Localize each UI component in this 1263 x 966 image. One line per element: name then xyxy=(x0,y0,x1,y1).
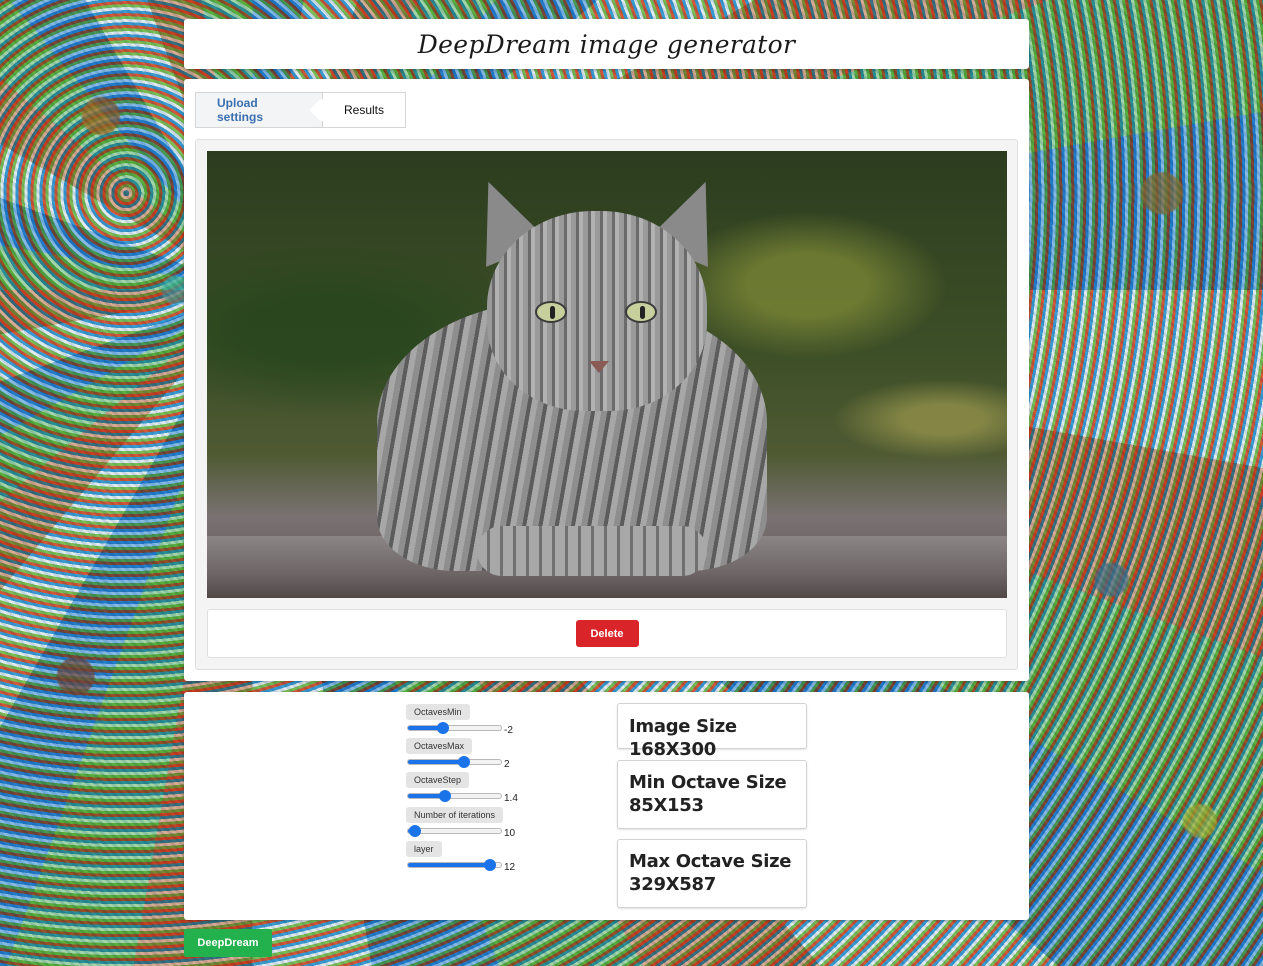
image-cat-eye-left xyxy=(535,301,567,323)
slider-label: OctavesMin xyxy=(406,704,470,720)
upload-card: Upload settings Results Delete xyxy=(184,79,1029,681)
slider-thumb[interactable] xyxy=(483,859,496,871)
slider-value: 10 xyxy=(504,828,516,839)
slider-fill xyxy=(408,863,490,867)
slider-track[interactable] xyxy=(407,722,502,734)
slider-track[interactable] xyxy=(407,756,502,768)
slider-label: Number of iterations xyxy=(406,807,504,823)
tab-results[interactable]: Results xyxy=(323,92,406,128)
app-title: DeepDream image generator xyxy=(417,29,796,59)
delete-button[interactable]: Delete xyxy=(575,620,639,647)
slider-value: -2 xyxy=(504,725,513,736)
image-size-box: Image Size 168X300 xyxy=(617,703,807,760)
tab-bar: Upload settings Results xyxy=(195,92,406,128)
max-octave-size-box: Max Octave Size 329X587 xyxy=(617,839,807,908)
app-header: DeepDream image generator xyxy=(184,19,1029,69)
image-cat-eye-right xyxy=(625,301,657,323)
image-action-bar: Delete xyxy=(207,609,1007,658)
image-size-text: Image Size 168X300 xyxy=(629,716,737,760)
max-octave-size-text: Max Octave Size 329X587 xyxy=(629,851,792,895)
slider-octaves-max: OctavesMax 2 xyxy=(406,738,536,772)
slider-value: 2 xyxy=(504,759,510,770)
slider-track[interactable] xyxy=(407,825,502,837)
slider-thumb[interactable] xyxy=(437,722,450,734)
image-preview-panel: Delete xyxy=(195,139,1018,670)
uploaded-image xyxy=(207,151,1007,598)
min-octave-size-box: Min Octave Size 85X153 xyxy=(617,760,807,829)
slider-track[interactable] xyxy=(407,790,502,802)
slider-octave-step: OctaveStep 1.4 xyxy=(406,772,536,806)
slider-iterations: Number of iterations 10 xyxy=(406,807,536,841)
deepdream-button[interactable]: DeepDream xyxy=(184,929,272,957)
image-cat-paws xyxy=(477,526,707,576)
slider-value: 12 xyxy=(504,862,516,873)
min-octave-size-text: Min Octave Size 85X153 xyxy=(629,772,787,816)
slider-label: layer xyxy=(406,841,442,857)
slider-layer: layer 12 xyxy=(406,841,536,875)
slider-label: OctavesMax xyxy=(406,738,473,754)
slider-label: OctaveStep xyxy=(406,772,470,788)
slider-track[interactable] xyxy=(407,859,502,871)
settings-card: OctavesMin -2 OctavesMax 2 OctaveStep 1.… xyxy=(184,692,1029,920)
tab-upload-settings[interactable]: Upload settings xyxy=(195,92,323,128)
slider-octaves-min: OctavesMin -2 xyxy=(406,704,536,738)
image-cat-head xyxy=(487,211,707,411)
slider-thumb[interactable] xyxy=(409,825,422,837)
image-cat-nose xyxy=(589,361,609,373)
slider-thumb[interactable] xyxy=(439,790,452,802)
slider-thumb[interactable] xyxy=(457,756,470,768)
slider-fill xyxy=(408,760,464,764)
slider-value: 1.4 xyxy=(504,793,518,804)
